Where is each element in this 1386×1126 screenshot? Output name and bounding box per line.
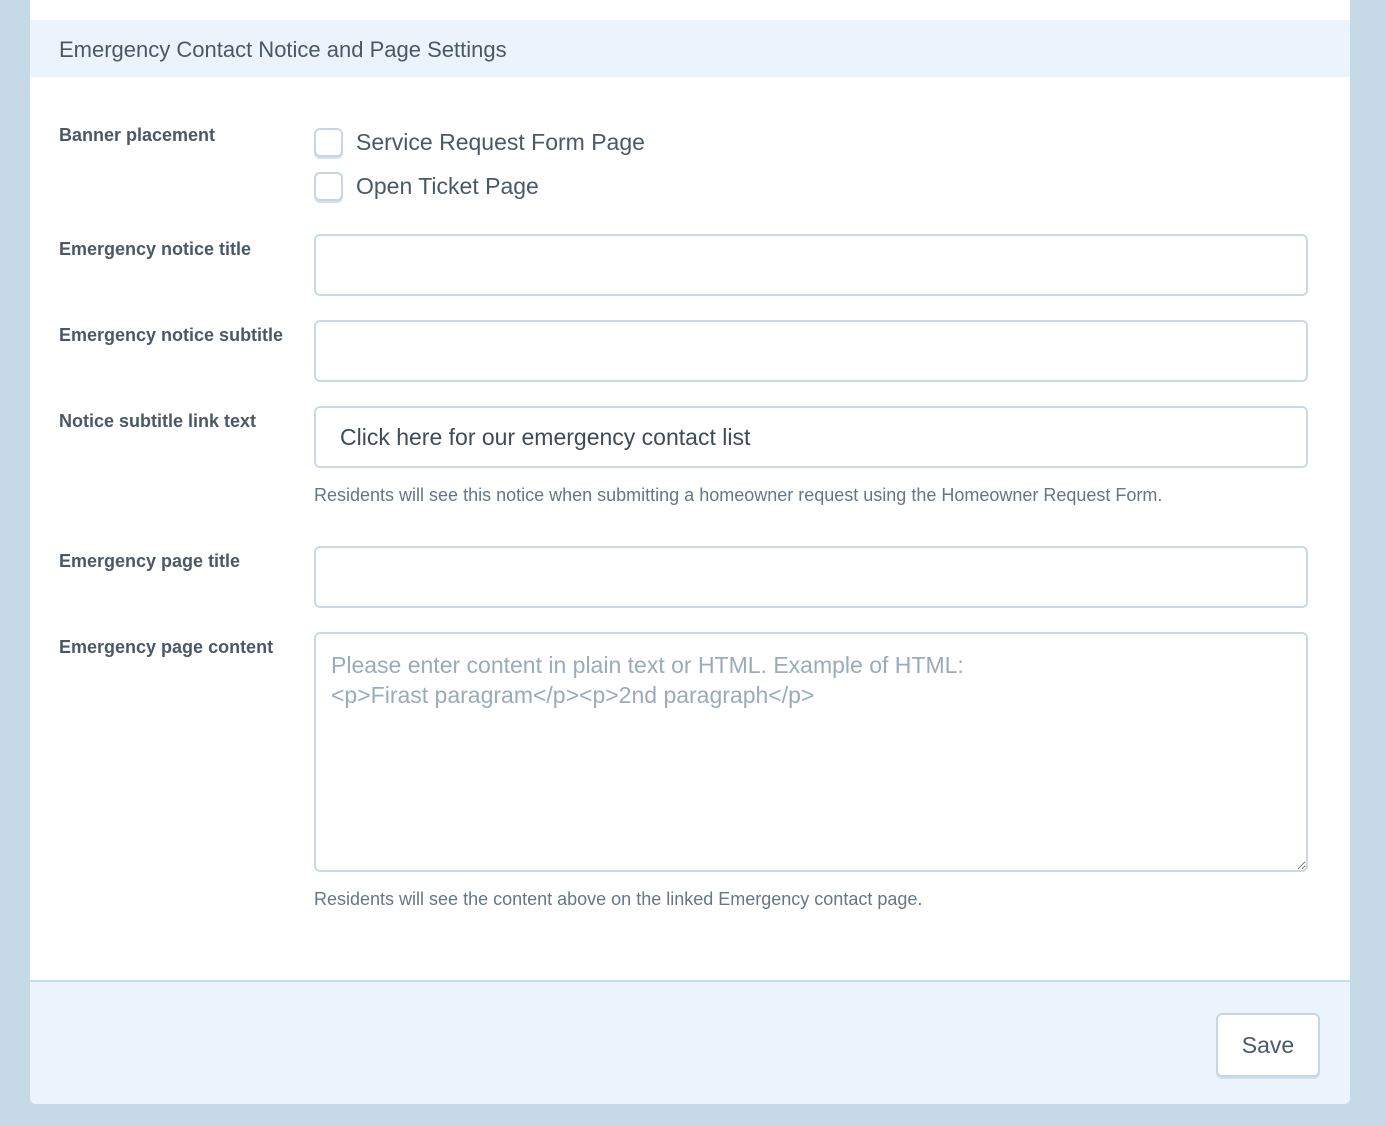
emergency-page-content-textarea[interactable]	[314, 632, 1308, 872]
service-request-form-page-label[interactable]: Service Request Form Page	[356, 129, 645, 156]
open-ticket-page-checkbox[interactable]	[314, 171, 343, 201]
page-content-help-text: Residents will see the content above on …	[314, 889, 923, 909]
section-header: Emergency Contact Notice and Page Settin…	[30, 20, 1350, 77]
checkbox-open-ticket-page[interactable]: Open Ticket Page	[314, 170, 539, 202]
open-ticket-page-label[interactable]: Open Ticket Page	[356, 173, 539, 200]
emergency-notice-subtitle-input[interactable]	[314, 320, 1308, 382]
emergency-notice-title-label: Emergency notice title	[59, 239, 252, 259]
panel-top-strip	[30, 0, 1350, 20]
notice-help-text: Residents will see this notice when subm…	[314, 485, 1163, 505]
notice-subtitle-link-text-input[interactable]	[314, 406, 1308, 468]
banner-placement-label: Banner placement	[59, 125, 216, 145]
section-title: Emergency Contact Notice and Page Settin…	[59, 37, 507, 62]
emergency-notice-subtitle-label: Emergency notice subtitle	[59, 325, 284, 345]
panel-footer: Save	[30, 980, 1350, 1104]
emergency-page-content-label: Emergency page content	[59, 637, 274, 657]
emergency-page-title-input[interactable]	[314, 546, 1308, 608]
checkbox-service-request-form-page[interactable]: Service Request Form Page	[314, 126, 645, 158]
settings-panel: Emergency Contact Notice and Page Settin…	[30, 0, 1350, 1104]
save-button[interactable]: Save	[1216, 1013, 1320, 1077]
emergency-notice-title-input[interactable]	[314, 234, 1308, 296]
emergency-page-title-label: Emergency page title	[59, 551, 241, 571]
notice-subtitle-link-text-label: Notice subtitle link text	[59, 411, 257, 431]
service-request-form-page-checkbox[interactable]	[314, 127, 343, 157]
